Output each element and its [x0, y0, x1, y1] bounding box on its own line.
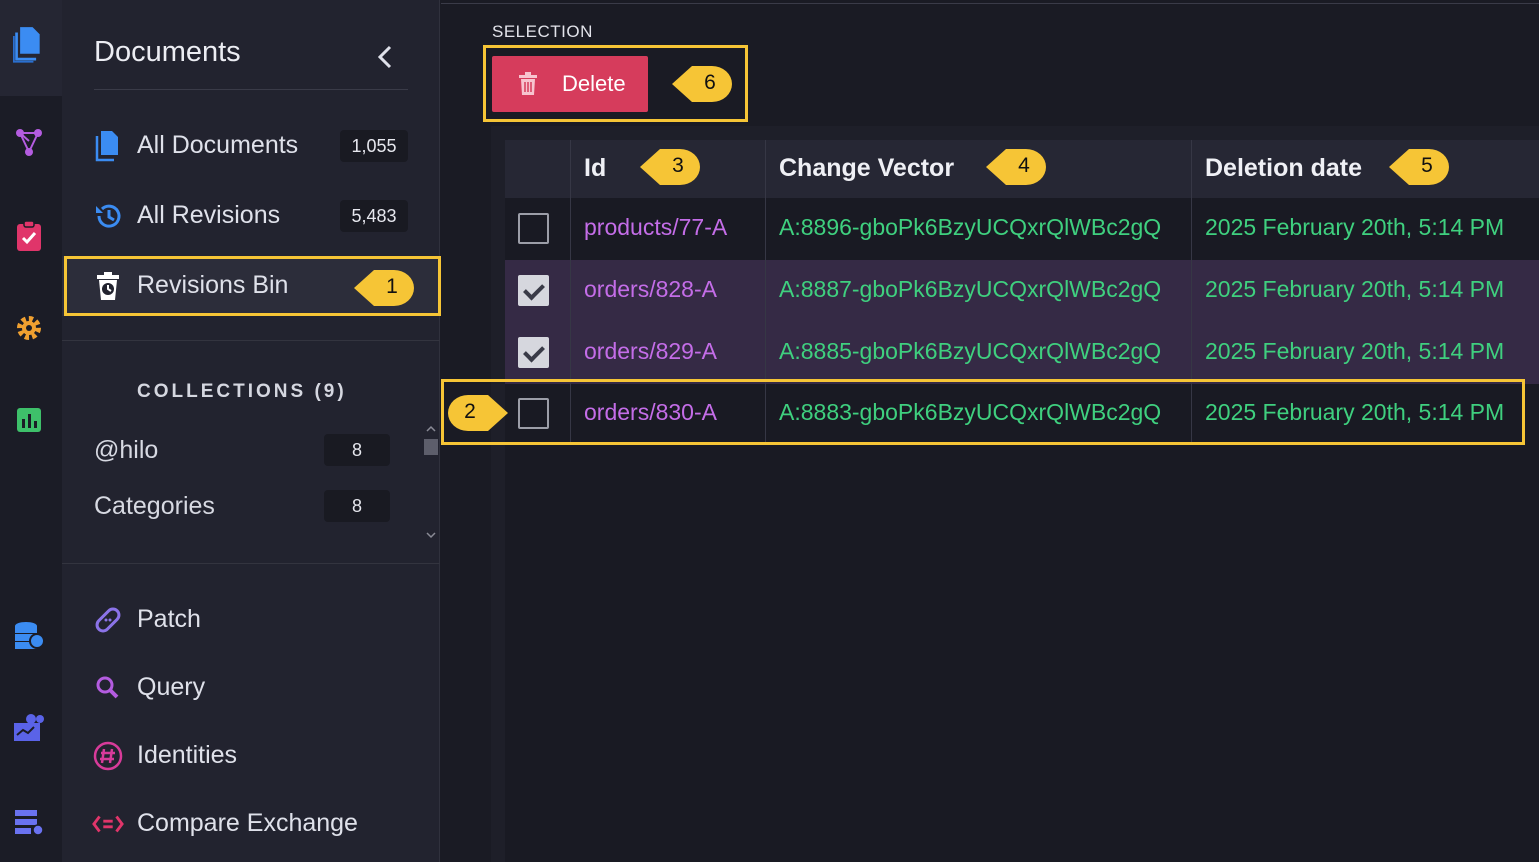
nav-label: Patch — [137, 605, 201, 633]
column-header-deletion-date[interactable]: Deletion date — [1205, 154, 1362, 183]
callout-number: 5 — [1421, 154, 1433, 177]
callout-number: 2 — [464, 400, 476, 423]
highlight-row — [441, 379, 1525, 445]
divider — [62, 340, 440, 341]
deletion-date: 2025 February 20th, 5:14 PM — [1205, 214, 1505, 240]
callout-number: 6 — [704, 71, 716, 94]
nav-label: All Revisions — [137, 201, 281, 229]
divider — [62, 563, 440, 564]
patch-icon — [92, 604, 124, 636]
collections-scrollbar[interactable] — [424, 424, 438, 544]
callout-marker: 1 — [352, 266, 416, 310]
nav-all-revisions[interactable]: All Revisions 5,483 — [62, 186, 440, 246]
deletion-date: 2025 February 20th, 5:14 PM — [1205, 338, 1505, 364]
identities-icon — [92, 740, 124, 772]
table-row[interactable]: products/77-A A:8896-gboPk6BzyUCQxrQlWBc… — [505, 198, 1539, 260]
deletion-date: 2025 February 20th, 5:14 PM — [1205, 276, 1505, 302]
change-vector: A:8887-gboPk6BzyUCQxrQlWBc2gQ — [779, 276, 1162, 302]
nav-query[interactable]: Query — [62, 658, 440, 718]
callout-marker: 3 — [638, 145, 702, 189]
row-checkbox[interactable] — [518, 213, 549, 244]
callout-number: 1 — [386, 275, 398, 298]
nav-identities[interactable]: Identities — [62, 726, 440, 786]
server-icon[interactable] — [13, 806, 45, 838]
scrollbar-thumb[interactable] — [424, 439, 438, 455]
databases-icon[interactable] — [13, 620, 45, 652]
column-header-id[interactable]: Id — [584, 154, 606, 183]
change-vector: A:8885-gboPk6BzyUCQxrQlWBc2gQ — [779, 338, 1162, 364]
callout-marker: 2 — [446, 391, 510, 435]
settings-icon[interactable] — [13, 312, 45, 344]
documents-icon — [92, 130, 124, 162]
callout-number: 3 — [672, 154, 684, 177]
callout-marker: 6 — [670, 62, 734, 106]
collection-item-categories[interactable]: Categories 8 — [94, 486, 394, 526]
selection-label: SELECTION — [492, 22, 593, 41]
count-badge: 8 — [324, 434, 390, 466]
table-row[interactable]: orders/829-A A:8885-gboPk6BzyUCQxrQlWBc2… — [505, 322, 1539, 384]
nav-compare-exchange[interactable]: Compare Exchange — [62, 794, 440, 854]
documents-icon[interactable] — [13, 27, 45, 63]
callout-marker: 5 — [1387, 145, 1451, 189]
column-header-change-vector[interactable]: Change Vector — [779, 154, 954, 183]
nav-label: Query — [137, 673, 206, 701]
change-vector: A:8896-gboPk6BzyUCQxrQlWBc2gQ — [779, 214, 1162, 240]
callout-marker: 4 — [984, 145, 1048, 189]
table-row[interactable]: orders/828-A A:8887-gboPk6BzyUCQxrQlWBc2… — [505, 260, 1539, 322]
document-id-link[interactable]: orders/829-A — [584, 338, 717, 365]
nav-label: Identities — [137, 741, 238, 769]
count-badge: 5,483 — [340, 200, 408, 232]
documents-sidebar: Documents All Documents 1,055 All Revisi… — [62, 0, 440, 862]
nav-all-documents[interactable]: All Documents 1,055 — [62, 116, 440, 176]
nav-patch[interactable]: Patch — [62, 590, 440, 650]
icon-rail — [0, 0, 62, 862]
history-icon — [92, 200, 124, 232]
graph-icon[interactable] — [13, 126, 45, 158]
title-divider — [94, 89, 408, 90]
document-id-link[interactable]: orders/828-A — [584, 276, 717, 303]
count-badge: 1,055 — [340, 130, 408, 162]
cluster-icon[interactable] — [13, 712, 45, 744]
compare-exchange-icon — [92, 808, 124, 840]
nav-label: Compare Exchange — [137, 809, 358, 837]
collections-heading: COLLECTIONS (9) — [137, 381, 347, 402]
top-divider — [441, 3, 1539, 4]
chevron-left-icon[interactable] — [374, 44, 396, 70]
collection-label: Categories — [94, 492, 215, 520]
collection-label: @hilo — [94, 436, 159, 464]
document-id-link[interactable]: products/77-A — [584, 214, 727, 241]
stats-icon[interactable] — [13, 404, 45, 436]
row-checkbox[interactable] — [518, 337, 549, 368]
sidebar-title: Documents — [94, 36, 241, 68]
tasks-icon[interactable] — [13, 220, 45, 252]
collection-item-hilo[interactable]: @hilo 8 — [94, 430, 394, 470]
query-icon — [92, 672, 124, 704]
row-checkbox[interactable] — [518, 275, 549, 306]
callout-number: 4 — [1018, 154, 1030, 177]
nav-label: All Documents — [137, 131, 299, 159]
count-badge: 8 — [324, 490, 390, 522]
